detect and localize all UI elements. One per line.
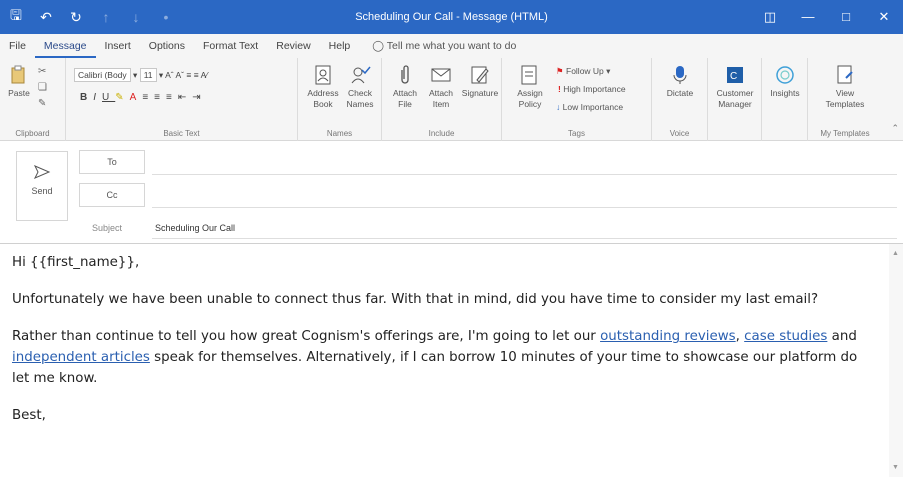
increase-indent-icon[interactable]: ⇥ [192,92,206,103]
low-importance-button[interactable]: ↓ Low Importance [556,102,623,112]
grow-font-icon[interactable]: Aˆ [165,70,174,80]
group-clipboard: Paste ✂ ❏ ✎ Clipboard [0,58,66,141]
font-name-select[interactable]: Calibri (Body [74,68,131,82]
cc-field[interactable] [152,207,897,208]
paperclip-icon [401,65,409,84]
attach-file-button[interactable]: Attach File [388,64,422,110]
tab-options[interactable]: Options [140,34,194,58]
case-studies-link[interactable]: case studies [744,329,827,344]
address-book-icon [315,65,331,85]
align-right-icon[interactable]: ≡ [166,92,178,103]
signature-button[interactable]: Signature [460,64,500,99]
highlight-icon[interactable]: ✎ [115,92,129,103]
check-names-button[interactable]: Check Names [342,64,378,110]
group-insights: Insights [762,58,808,141]
send-icon [33,165,51,179]
group-include: Attach File Attach Item Signature Includ… [382,58,502,141]
exclamation-icon: ! [558,84,561,94]
minimize-button[interactable]: — [789,0,827,34]
high-importance-button[interactable]: ! High Importance [558,84,626,94]
vertical-scrollbar[interactable]: ▲ ▼ [889,244,903,477]
lightbulb-icon: ◯ [372,40,385,52]
align-left-icon[interactable]: ≡ [142,92,154,103]
check-names-icon [351,66,371,84]
dictate-button[interactable]: Dictate [658,64,702,99]
group-names: Address Book Check Names Names [298,58,382,141]
clear-formatting-icon[interactable]: A⁄ [201,70,208,80]
tab-message[interactable]: Message [34,34,96,58]
bullets-icon[interactable]: ≡ [186,70,191,80]
to-field[interactable] [152,174,897,175]
follow-up-button[interactable]: ⚑ Follow Up ▾ [556,66,610,77]
group-voice: Dictate Voice [652,58,708,141]
copy-icon[interactable]: ❏ [38,80,47,96]
collapse-ribbon-icon[interactable]: ⌃ [891,123,899,134]
tab-help[interactable]: Help [320,34,360,58]
tell-me-box[interactable]: ◯ Tell me what you want to do [363,34,525,58]
scroll-up-icon[interactable]: ▲ [892,250,899,257]
cut-icon[interactable]: ✂ [38,64,47,80]
group-tags: Assign Policy ⚑ Follow Up ▾ ! High Impor… [502,58,652,141]
paste-icon [11,65,25,84]
send-button[interactable]: Send [16,151,68,221]
message-body[interactable]: Hi {{first_name}}, Unfortunately we have… [12,252,872,442]
underline-icon[interactable]: U [102,92,115,103]
scroll-down-icon[interactable]: ▼ [892,464,899,471]
address-book-button[interactable]: Address Book [306,64,340,110]
envelope-icon [431,68,451,82]
group-basic-text: Calibri (Body ▾ 11 ▾ Aˆ Aˇ ≡ ≡ A⁄ BIU✎A≡… [66,58,298,141]
customer-manager-button[interactable]: C Customer Manager [710,64,760,110]
attach-item-button[interactable]: Attach Item [424,64,458,110]
down-arrow-importance-icon: ↓ [556,102,561,112]
subject-label: Subject [92,223,123,233]
policy-icon [521,65,537,85]
title-bar: 🖫 ↶ ↻ ↑ ↓ • Scheduling Our Call - Messag… [0,0,903,34]
paragraph-2: Rather than continue to tell you how gre… [12,329,858,386]
numbering-icon[interactable]: ≡ [194,70,199,80]
tab-review[interactable]: Review [267,34,319,58]
tab-format-text[interactable]: Format Text [194,34,267,58]
flag-icon: ⚑ [556,66,564,76]
close-button[interactable]: ✕ [865,0,903,34]
font-size-select[interactable]: 11 [139,68,157,82]
ribbon: Paste ✂ ❏ ✎ Clipboard Calibri (Body ▾ 11… [0,58,903,141]
svg-text:C: C [730,71,737,82]
microphone-icon [673,66,687,84]
signature-icon [471,66,489,84]
templates-icon [837,65,853,84]
greeting: Hi {{first_name}}, [12,255,140,270]
customer-manager-icon: C [727,67,743,83]
ribbon-tabs: File Message Insert Options Format Text … [0,34,903,58]
insights-icon [776,66,794,84]
paragraph-1: Unfortunately we have been unable to con… [12,292,819,307]
closing: Best, [12,408,46,423]
insights-button[interactable]: Insights [764,64,806,99]
decrease-indent-icon[interactable]: ⇤ [178,92,192,103]
assign-policy-button[interactable]: Assign Policy [510,64,550,110]
paste-button[interactable]: Paste [6,64,32,99]
subject-field[interactable]: Scheduling Our Call [155,223,235,233]
cc-button[interactable]: Cc [79,183,145,207]
tab-file[interactable]: File [0,34,35,58]
align-center-icon[interactable]: ≡ [154,92,166,103]
font-dropdown-icon[interactable]: ▾ [133,70,137,80]
independent-articles-link[interactable]: independent articles [12,350,150,365]
size-dropdown-icon[interactable]: ▾ [159,70,163,80]
maximize-button[interactable]: □ [827,0,865,34]
format-painter-icon[interactable]: ✎ [38,96,47,112]
group-customer-manager: C Customer Manager [708,58,762,141]
view-templates-button[interactable]: View Templates [820,64,870,110]
bold-icon[interactable]: B [80,92,93,103]
shrink-font-icon[interactable]: Aˇ [175,70,184,80]
message-header: Send To Cc Subject Scheduling Our Call [0,141,903,243]
italic-icon[interactable]: I [93,92,102,103]
font-color-icon[interactable]: A [130,92,143,103]
ribbon-display-icon[interactable]: ◫ [751,0,789,34]
tab-insert[interactable]: Insert [96,34,140,58]
group-my-templates: View Templates My Templates [808,58,882,141]
outstanding-reviews-link[interactable]: outstanding reviews [600,329,736,344]
to-button[interactable]: To [79,150,145,174]
